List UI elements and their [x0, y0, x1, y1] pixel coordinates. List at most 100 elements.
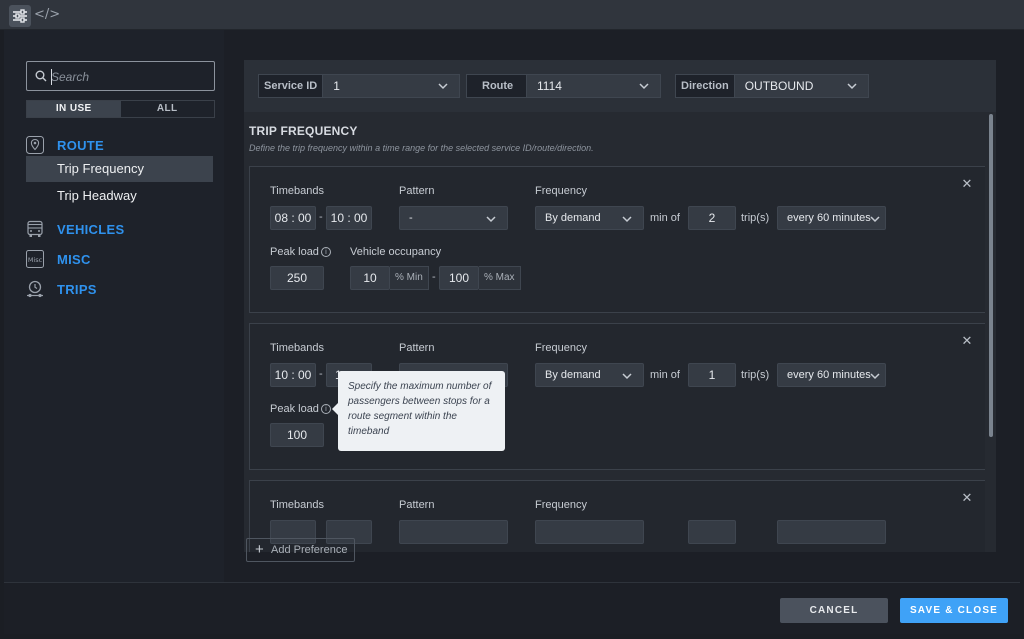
chevron-down-icon [639, 83, 649, 90]
misc-icon-text: Misc [28, 256, 43, 264]
sidebar-item-trip-headway[interactable]: Trip Headway [26, 183, 213, 209]
interval-value: every 60 minutes [787, 212, 871, 224]
trips-count-input[interactable] [688, 520, 736, 544]
nav-section-trips[interactable]: TRIPS [26, 279, 97, 299]
frequency-select[interactable] [535, 520, 644, 544]
timeband-start-input[interactable]: 10 : 00 [270, 363, 316, 387]
main-panel: Service ID 1 Route 1114 Direction OUTBOU… [244, 60, 996, 552]
sidebar-item-trip-frequency[interactable]: Trip Frequency [26, 156, 213, 182]
chevron-down-icon [847, 83, 857, 90]
preferences-window: IN USE ALL ROUTE Trip Frequency Trip Hea… [4, 30, 1020, 634]
timeband-end-input[interactable]: 10 : 00 [326, 206, 372, 230]
vehicle-occupancy-label: Vehicle occupancy [350, 246, 442, 258]
route-select[interactable]: 1114 [527, 74, 661, 98]
trips-label: trip(s) [741, 212, 770, 224]
pattern-label: Pattern [399, 499, 435, 511]
sidebar: IN USE ALL ROUTE Trip Frequency Trip Hea… [4, 30, 224, 582]
timebands-label: Timebands [270, 342, 325, 354]
chevron-down-icon [486, 216, 496, 223]
nav-section-label: TRIPS [57, 281, 97, 297]
nav-section-vehicles[interactable]: VEHICLES [26, 219, 124, 239]
timebands-label: Timebands [270, 499, 325, 511]
range-dash: - [319, 368, 323, 380]
code-icon[interactable]: </> [34, 7, 60, 22]
frequency-label: Frequency [535, 342, 587, 354]
filter-bar: Service ID 1 Route 1114 Direction OUTBOU… [244, 60, 996, 112]
frequency-card: ✕ Timebands Pattern Frequency [249, 480, 985, 552]
nav-section-label: VEHICLES [57, 221, 125, 237]
service-id-filter: Service ID 1 [258, 74, 461, 98]
chevron-down-icon [622, 373, 632, 380]
pattern-label: Pattern [399, 342, 435, 354]
direction-label: Direction [675, 74, 735, 98]
frequency-value: By demand [545, 212, 601, 224]
timebands-label: Timebands [270, 185, 325, 197]
interval-select[interactable]: every 60 minutes [777, 206, 886, 230]
tab-all[interactable]: ALL [121, 101, 215, 117]
info-icon[interactable]: i [321, 247, 331, 257]
search-box[interactable] [26, 61, 215, 91]
scrollbar[interactable] [989, 114, 993, 437]
info-icon[interactable]: i [321, 404, 331, 414]
tab-in-use[interactable]: IN USE [27, 101, 121, 117]
peak-load-label: Peak load [270, 403, 319, 415]
route-filter: Route 1114 [466, 74, 661, 98]
route-value: 1114 [537, 79, 562, 93]
direction-select[interactable]: OUTBOUND [734, 74, 869, 98]
peak-load-input[interactable]: 100 [270, 423, 324, 447]
sliders-icon[interactable] [9, 5, 31, 27]
save-close-button[interactable]: SAVE & CLOSE [900, 598, 1008, 623]
trips-count-input[interactable]: 2 [688, 206, 736, 230]
nav-section-route[interactable]: ROUTE [26, 135, 104, 155]
cancel-button[interactable]: CANCEL [780, 598, 888, 623]
pattern-label: Pattern [399, 185, 435, 197]
nav-section-label: ROUTE [57, 137, 104, 153]
close-icon[interactable]: ✕ [960, 177, 974, 191]
peak-load-input[interactable]: 250 [270, 266, 324, 290]
text-cursor [51, 69, 52, 85]
min-of-label: min of [650, 369, 680, 381]
section-description: Define the trip frequency within a time … [249, 143, 594, 153]
frequency-select[interactable]: By demand [535, 363, 644, 387]
footer: CANCEL SAVE & CLOSE [4, 582, 1020, 634]
service-id-value: 1 [333, 79, 340, 93]
pattern-select[interactable] [399, 520, 508, 544]
frequency-card: ✕ Timebands Pattern Frequency 08 : 00 - … [249, 166, 985, 313]
range-dash: - [319, 211, 323, 223]
trips-count-input[interactable]: 1 [688, 363, 736, 387]
min-of-label: min of [650, 212, 680, 224]
chevron-down-icon [622, 216, 632, 223]
trips-label: trip(s) [741, 369, 770, 381]
interval-select[interactable] [777, 520, 886, 544]
chevron-down-icon [870, 216, 880, 223]
filter-toggle: IN USE ALL [26, 100, 215, 118]
occupancy-max-suffix: % Max [479, 266, 521, 290]
frequency-label: Frequency [535, 185, 587, 197]
add-preference-button[interactable]: + Add Preference [246, 538, 355, 562]
search-input[interactable] [51, 67, 206, 86]
direction-value: OUTBOUND [744, 79, 814, 93]
title-bar: </> [0, 0, 1024, 30]
peak-load-tooltip: Specify the maximum number of passengers… [332, 371, 505, 451]
close-icon[interactable]: ✕ [960, 334, 974, 348]
service-id-label: Service ID [258, 74, 324, 98]
occupancy-min-input[interactable]: 10 [350, 266, 390, 290]
pattern-select[interactable]: - [399, 206, 508, 230]
section-title: TRIP FREQUENCY [249, 124, 358, 138]
route-label: Route [466, 74, 527, 98]
interval-select[interactable]: every 60 minutes [777, 363, 886, 387]
search-icon [35, 70, 47, 82]
service-id-select[interactable]: 1 [323, 74, 461, 98]
plus-icon: + [255, 541, 264, 558]
occupancy-max-input[interactable]: 100 [439, 266, 479, 290]
frequency-label: Frequency [535, 499, 587, 511]
chevron-down-icon [870, 373, 880, 380]
interval-value: every 60 minutes [787, 369, 871, 381]
nav-section-misc[interactable]: Misc MISC [26, 249, 91, 269]
close-icon[interactable]: ✕ [960, 491, 974, 505]
peak-load-label: Peak load [270, 246, 319, 258]
frequency-select[interactable]: By demand [535, 206, 644, 230]
pattern-value: - [409, 212, 413, 224]
scroll-content: TRIP FREQUENCY Define the trip frequency… [249, 124, 985, 552]
timeband-start-input[interactable]: 08 : 00 [270, 206, 316, 230]
